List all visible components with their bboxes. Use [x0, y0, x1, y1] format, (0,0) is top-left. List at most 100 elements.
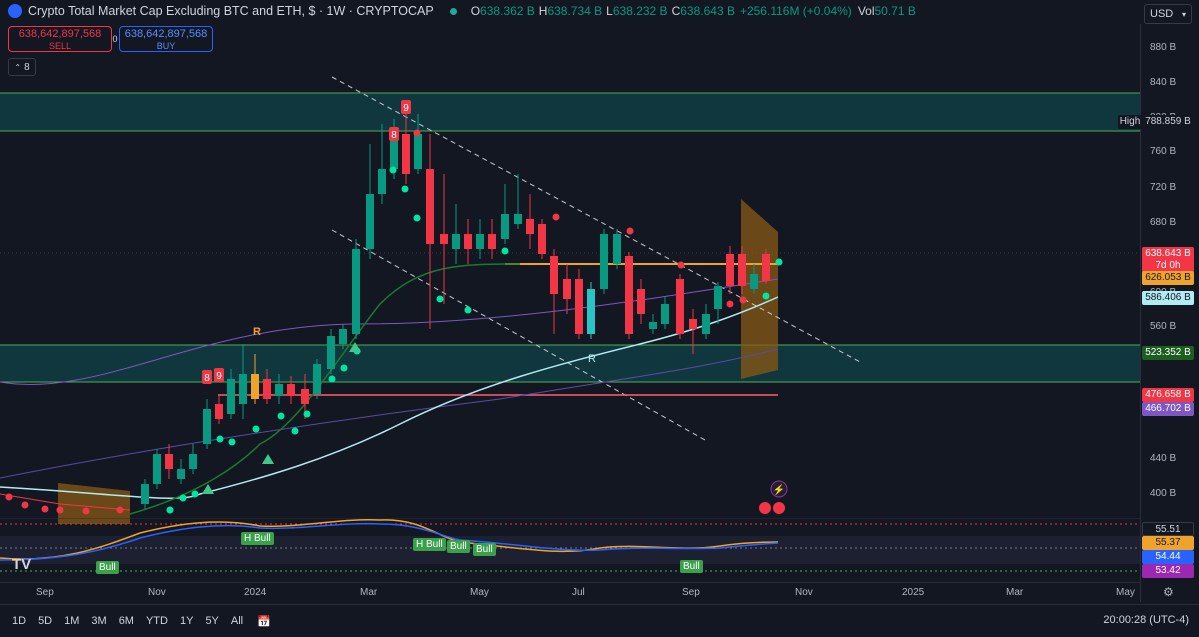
timeframe-3m[interactable]: 3M	[91, 615, 106, 627]
price-tick: 840 B	[1150, 77, 1177, 88]
candle-body	[263, 379, 271, 399]
signal-dot	[328, 375, 336, 383]
date-range-icon[interactable]: 📅	[257, 615, 271, 628]
bull-label: Bull	[96, 561, 119, 574]
signal-dot	[762, 292, 770, 300]
candle-body	[726, 254, 734, 286]
price-tick: 680 B	[1150, 217, 1177, 228]
price-tick: 560 B	[1150, 321, 1177, 332]
timeframe-1m[interactable]: 1M	[64, 615, 79, 627]
candle-body	[649, 322, 657, 329]
signal-dot	[464, 306, 472, 314]
signal-dot	[552, 213, 560, 221]
signal-dot	[677, 261, 685, 269]
osc-label-3: 54.44	[1142, 550, 1194, 564]
high-tag: High	[1118, 115, 1142, 129]
high-price-label: 788.859 B	[1142, 115, 1194, 129]
signal-dot	[191, 490, 199, 498]
hbull-label: H Bull	[241, 532, 274, 545]
resistance-marker-r1: R	[253, 326, 261, 338]
currency-select[interactable]: USD ▾	[1144, 4, 1192, 24]
time-tick: Mar	[360, 587, 378, 598]
close-value: 638.643 B	[680, 4, 735, 18]
signal-dot	[56, 506, 64, 514]
signal-dot	[626, 227, 634, 235]
time-tick: Jul	[572, 587, 585, 598]
lightning-glyph-icon: ⚡	[773, 483, 785, 496]
candle-body	[189, 454, 197, 469]
timeframe-5d[interactable]: 5D	[38, 615, 52, 627]
candle-body	[762, 254, 770, 281]
bull-label: Bull	[680, 560, 703, 573]
candle-body	[575, 279, 583, 334]
price-tick: 880 B	[1150, 42, 1177, 53]
signal-dot	[228, 438, 236, 446]
resistance-zone	[0, 93, 1140, 131]
candle-body	[366, 194, 374, 249]
candle-body	[526, 219, 534, 234]
chart-header: Crypto Total Market Cap Excluding BTC an…	[0, 0, 1140, 22]
us-event-icon[interactable]	[759, 502, 771, 514]
time-tick: Nov	[795, 587, 813, 598]
candle-body	[313, 364, 321, 394]
candle-body	[327, 336, 335, 369]
symbol-title[interactable]: Crypto Total Market Cap Excluding BTC an…	[28, 4, 434, 18]
candle-body	[227, 379, 235, 414]
close-key: C	[671, 4, 681, 18]
green-ma-line	[129, 263, 521, 515]
low-key: L	[606, 4, 613, 18]
signal-dot	[726, 300, 734, 308]
timeframe-6m[interactable]: 6M	[119, 615, 134, 627]
candle-body	[702, 314, 710, 334]
price-tick: 400 B	[1150, 488, 1177, 499]
signal-dot	[166, 506, 174, 514]
candle-body	[689, 319, 697, 329]
signal-dot	[5, 493, 13, 501]
candle-body	[464, 234, 472, 249]
timeframe-1y[interactable]: 1Y	[180, 615, 193, 627]
seq9-marker-b: 9	[216, 371, 222, 382]
osc-label-1: 55.51	[1142, 522, 1194, 536]
currency-label: USD	[1150, 8, 1174, 20]
bull-label: Bull	[473, 543, 496, 556]
signal-dot	[291, 427, 299, 435]
cyan-level-label: 586.406 B	[1142, 291, 1194, 305]
candle-body	[378, 169, 386, 194]
candle-body	[390, 139, 398, 169]
time-tick: Nov	[148, 587, 166, 598]
seq8-marker-b: 8	[204, 373, 210, 384]
bottom-toolbar: 1D 5D 1M 3M 6M YTD 1Y 5Y All 📅 20:00:28 …	[0, 604, 1199, 637]
time-tick: Sep	[682, 587, 700, 598]
signal-dot	[436, 295, 444, 303]
price-tick: 720 B	[1150, 182, 1177, 193]
us-event-icon[interactable]	[773, 502, 785, 514]
change-value: +256.116M (+0.04%)	[739, 4, 852, 18]
timeframe-1d[interactable]: 1D	[12, 615, 26, 627]
settings-gear-icon[interactable]: ⚙	[1163, 585, 1174, 599]
signal-dot	[413, 129, 421, 137]
open-key: O	[470, 4, 481, 18]
clock[interactable]: 20:00:28 (UTC-4)	[1103, 614, 1189, 626]
signal-dot	[413, 214, 421, 222]
time-tick: 2025	[902, 587, 925, 598]
candle-body	[352, 249, 360, 334]
oscillator-pane[interactable]	[0, 518, 1140, 582]
seq9-marker-a: 9	[403, 103, 409, 114]
candle-body	[239, 374, 247, 404]
timeframe-5y[interactable]: 5Y	[205, 615, 218, 627]
high-value: 638.734 B	[547, 4, 603, 18]
signal-dot	[501, 247, 509, 255]
signal-dot	[216, 435, 224, 443]
candle-body	[600, 234, 608, 289]
price-axis-border	[1140, 24, 1141, 602]
timeframe-ytd[interactable]: YTD	[146, 615, 168, 627]
candle-body	[476, 234, 484, 249]
candle-body	[637, 289, 645, 314]
timeframe-all[interactable]: All	[231, 615, 243, 627]
signal-dot	[739, 296, 747, 304]
candle-body	[339, 329, 347, 344]
hbull-label: H Bull	[413, 538, 446, 551]
candle-body	[287, 384, 295, 396]
candle-body	[426, 169, 434, 244]
price-chart[interactable]: 9 8 9 8 R R ⚡	[0, 24, 1140, 524]
